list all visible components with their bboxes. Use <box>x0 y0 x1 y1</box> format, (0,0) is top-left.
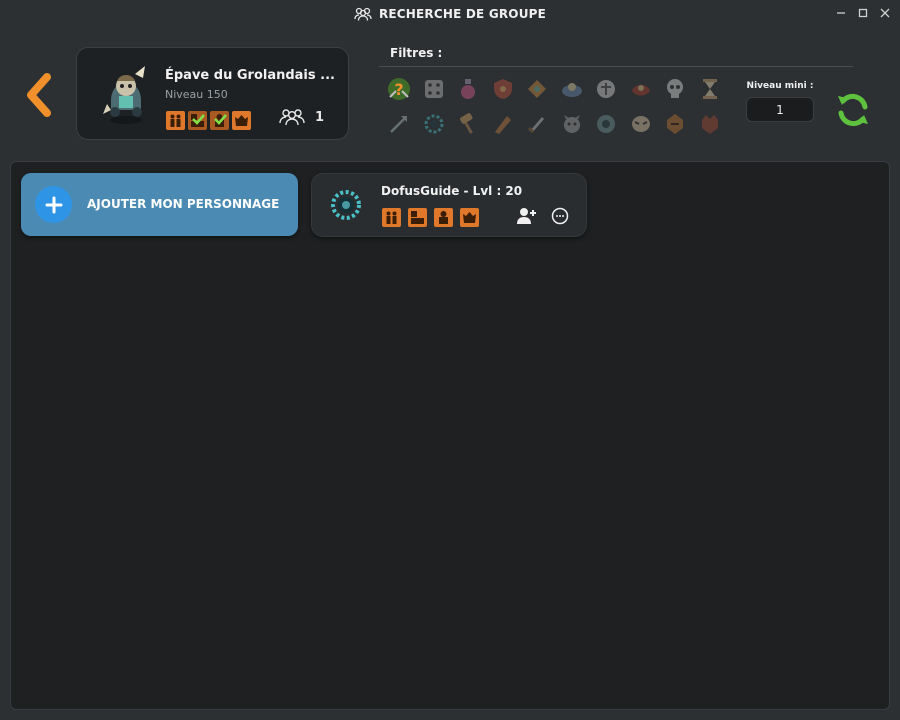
group-icon <box>279 109 305 126</box>
sadida-icon[interactable] <box>557 74 587 104</box>
add-friend-icon[interactable] <box>517 207 537 225</box>
check-icon <box>214 114 227 125</box>
dungeon-card: Épave du Grolandais ... Niveau 150 1 <box>76 47 349 140</box>
xelor-hourglass-icon[interactable] <box>695 74 725 104</box>
class-filters: ? <box>384 74 729 144</box>
eniripsa-potion-icon[interactable] <box>453 74 483 104</box>
min-level-label: Niveau mini : <box>746 81 814 91</box>
map-icon <box>408 208 427 227</box>
minimize-icon[interactable] <box>834 6 848 20</box>
player-actions <box>517 207 569 225</box>
player-card: DofusGuide - Lvl : 20 <box>311 173 587 237</box>
group-icon <box>354 7 372 21</box>
pandawa-icon[interactable] <box>488 109 518 139</box>
monster-icon <box>434 208 453 227</box>
ouginak-icon[interactable] <box>695 109 725 139</box>
add-character-label: AJOUTER MON PERSONNAGE <box>87 197 280 211</box>
filters-label: Filtres : <box>390 46 443 60</box>
arrow-icon[interactable] <box>384 109 414 139</box>
cra-emblem-icon[interactable] <box>522 74 552 104</box>
rogue-icon[interactable] <box>660 109 690 139</box>
skull-icon[interactable] <box>660 74 690 104</box>
dungeon-objectives <box>166 111 251 130</box>
sword-icon[interactable] <box>522 109 552 139</box>
title-bar: RECHERCHE DE GROUPE <box>0 0 900 28</box>
chevron-left-icon <box>27 73 51 117</box>
masqueraider-icon[interactable] <box>626 109 656 139</box>
dungeon-name: Épave du Grolandais ... <box>165 68 335 83</box>
refresh-button[interactable] <box>833 90 873 130</box>
hammer-icon[interactable] <box>453 109 483 139</box>
group-icon <box>166 111 185 130</box>
sacrier-icon[interactable] <box>557 109 587 139</box>
maximize-icon[interactable] <box>856 6 870 20</box>
dungeon-level: Niveau 150 <box>165 88 228 101</box>
add-character-button[interactable]: AJOUTER MON PERSONNAGE <box>21 173 298 236</box>
svg-text:?: ? <box>394 80 403 99</box>
player-objectives <box>382 208 479 227</box>
eliotrope-portal-icon <box>328 187 364 223</box>
check-icon <box>192 114 205 125</box>
group-list-area <box>10 161 890 710</box>
iop-shield-icon[interactable] <box>488 74 518 104</box>
osamodas-icon[interactable] <box>591 74 621 104</box>
close-icon[interactable] <box>878 6 892 20</box>
party-count-value: 1 <box>315 109 325 125</box>
party-count: 1 <box>279 108 324 126</box>
dungeon-boss-avatar <box>99 64 153 126</box>
random-class-icon[interactable]: ? <box>384 74 414 104</box>
eliotrope-portal-icon[interactable] <box>419 109 449 139</box>
back-button[interactable] <box>18 70 58 120</box>
window-title: RECHERCHE DE GROUPE <box>378 7 547 21</box>
min-level-input[interactable] <box>746 97 814 122</box>
group-icon <box>382 208 401 227</box>
player-name: DofusGuide - Lvl : 20 <box>381 184 523 198</box>
monster-icon <box>210 111 229 130</box>
foggernaut-icon[interactable] <box>591 109 621 139</box>
map-icon <box>188 111 207 130</box>
plus-icon <box>35 186 72 223</box>
chat-icon[interactable] <box>551 207 569 225</box>
boss-icon <box>232 111 251 130</box>
boss-icon <box>460 208 479 227</box>
sram-icon[interactable] <box>626 74 656 104</box>
ecaflip-dice-icon[interactable] <box>419 74 449 104</box>
refresh-icon <box>838 93 868 127</box>
